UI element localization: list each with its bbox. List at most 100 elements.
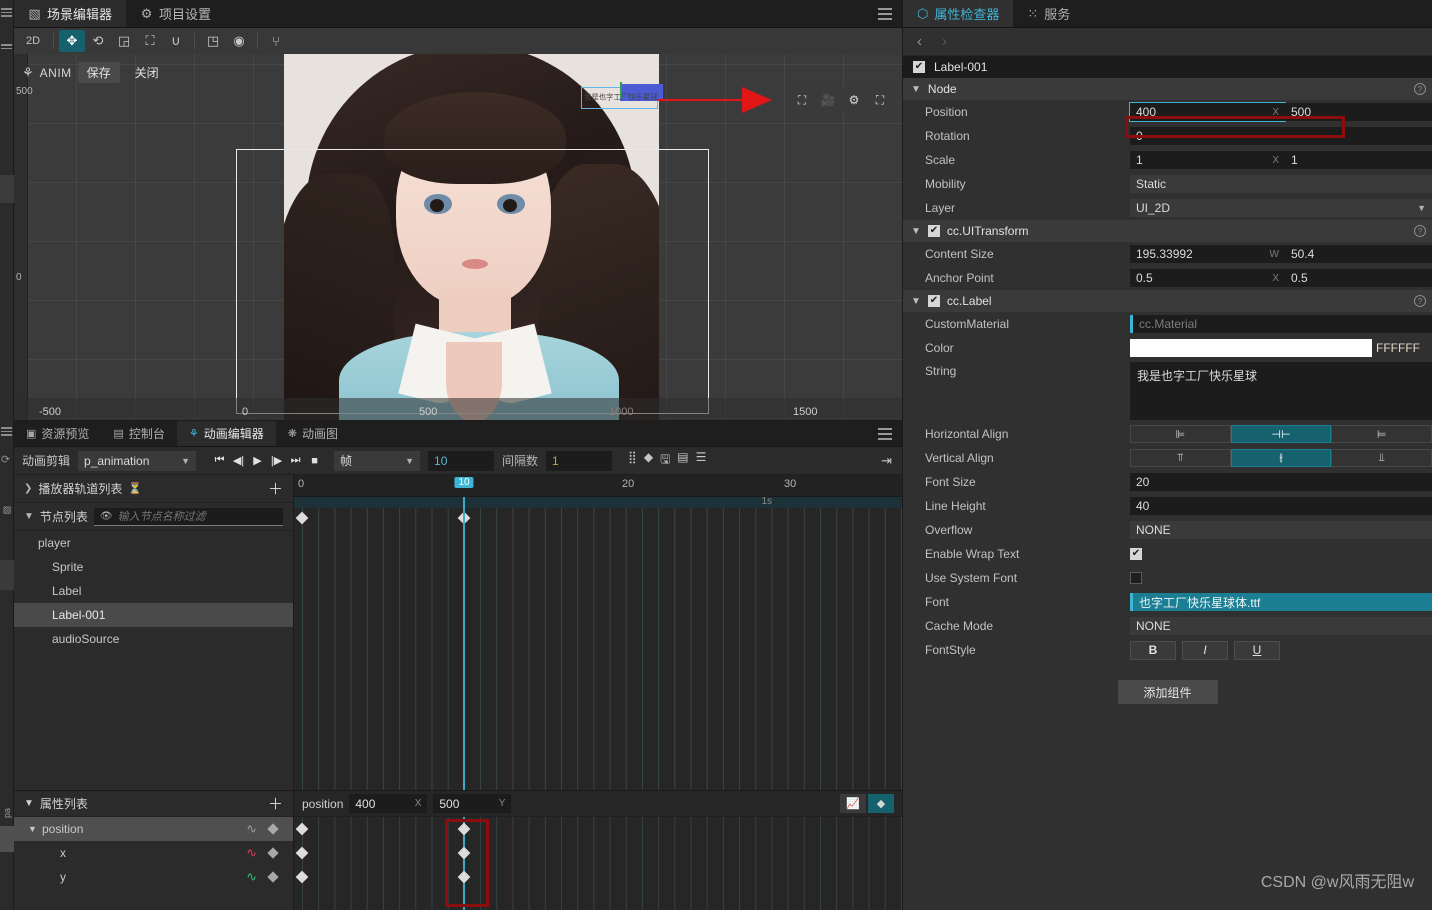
- help-icon[interactable]: ?: [1414, 83, 1426, 95]
- node-row-label[interactable]: Label: [14, 579, 293, 603]
- grid-snap-icon[interactable]: ⣿: [628, 450, 637, 471]
- interval-input[interactable]: 1: [546, 450, 613, 471]
- node-row-label-001[interactable]: Label-001: [14, 603, 293, 627]
- node-row-player[interactable]: player: [14, 531, 293, 555]
- anim-close-button[interactable]: 关闭: [126, 62, 168, 83]
- magnet-tool-icon[interactable]: ∪: [163, 30, 189, 52]
- label-enabled-checkbox[interactable]: ✔: [927, 295, 940, 307]
- align-top-icon[interactable]: ⫪: [1130, 449, 1231, 467]
- curve-icon[interactable]: ∿: [246, 869, 257, 885]
- tab-animation-editor[interactable]: ⚘ 动画编辑器: [176, 421, 276, 446]
- font-asset-field[interactable]: 也字工厂快乐星球体.ttf: [1130, 593, 1432, 611]
- property-row-x[interactable]: x ∿: [14, 841, 293, 865]
- chevron-down-icon[interactable]: ▼: [24, 798, 34, 809]
- color-swatch[interactable]: [1130, 339, 1372, 357]
- property-x-input[interactable]: 400 X: [349, 794, 428, 813]
- rail-refresh-icon[interactable]: ⟳: [1, 455, 13, 466]
- keyframe-diamond-icon[interactable]: [267, 823, 279, 835]
- design-resolution-icon[interactable]: ⛶: [791, 90, 813, 110]
- keyframe-mode-icon[interactable]: ◆: [868, 794, 894, 813]
- pivot-tool-icon[interactable]: ◳: [200, 30, 226, 52]
- node-row-sprite[interactable]: Sprite: [14, 555, 293, 579]
- node-filter-input[interactable]: 👁 输入节点名称过滤: [93, 507, 283, 526]
- tab-anim-graph[interactable]: ❋ 动画图: [276, 421, 350, 446]
- underline-button[interactable]: U: [1234, 640, 1280, 660]
- keyframe-diamond-icon[interactable]: [267, 871, 279, 883]
- anim-save-button[interactable]: 保存: [77, 62, 120, 83]
- property-list-right[interactable]: position 400 X 500 Y 📈 ◆: [294, 791, 902, 910]
- align-bottom-icon[interactable]: ⫫: [1331, 449, 1432, 467]
- rail-menu-icon-3[interactable]: [1, 425, 13, 438]
- line-height-input[interactable]: 40: [1130, 497, 1432, 515]
- align-center-icon[interactable]: ⊣⊢: [1230, 425, 1332, 443]
- uitransform-enabled-checkbox[interactable]: ✔: [927, 225, 940, 237]
- rail-menu-icon-2[interactable]: [1, 42, 13, 51]
- scene-viewport[interactable]: 我是也字工厂快乐星球 ⚘ ANIM 保存 关闭 ⛶ 🎥 ⚙ ⛶ 500 0 -5…: [14, 54, 902, 420]
- dock-menu-icon[interactable]: [878, 425, 892, 443]
- add-track-button[interactable]: ＋: [268, 478, 283, 499]
- nav-back-icon[interactable]: ‹: [917, 33, 922, 50]
- keyboard-icon[interactable]: ▤: [677, 450, 688, 471]
- content-size-w-input[interactable]: 195.33992 W: [1130, 245, 1285, 263]
- tab-scene-editor[interactable]: ▧ 场景编辑器: [14, 0, 127, 27]
- gizmo-tool-icon[interactable]: ⑂: [263, 30, 289, 52]
- time-unit-select[interactable]: 帧 ▼: [334, 450, 421, 471]
- chevron-down-icon[interactable]: ▼: [24, 511, 34, 522]
- color-hex-value[interactable]: FFFFFF: [1372, 339, 1432, 357]
- add-property-button[interactable]: ＋: [268, 793, 283, 814]
- exit-icon[interactable]: ⇥: [881, 453, 892, 469]
- section-header-label[interactable]: ▼ ✔ cc.Label ?: [903, 290, 1432, 312]
- move-tool-icon[interactable]: ✥: [59, 30, 85, 52]
- list-icon[interactable]: ☰: [696, 450, 707, 471]
- content-size-h-input[interactable]: 50.4: [1285, 245, 1432, 263]
- chevron-down-icon[interactable]: ▼: [911, 296, 921, 307]
- curve-graph-icon[interactable]: 📈: [840, 794, 866, 813]
- keyframe-diamond-icon[interactable]: [267, 847, 279, 859]
- timeline[interactable]: 0 20 30 10 1s: [294, 475, 902, 790]
- timeline-playhead[interactable]: [463, 497, 465, 790]
- player-track-header[interactable]: ❯ 播放器轨道列表 ⏳ ＋: [14, 475, 293, 503]
- tab-asset-preview[interactable]: ▣ 资源预览: [14, 421, 101, 446]
- timeline-ruler[interactable]: 0 20 30 10: [294, 475, 902, 497]
- screenshot-icon[interactable]: ⛶: [869, 90, 891, 110]
- property-row-y[interactable]: y ∿: [14, 865, 293, 889]
- play-button[interactable]: ▶: [250, 452, 265, 470]
- string-textarea[interactable]: 我是也字工厂快乐星球: [1130, 362, 1432, 420]
- tab-inspector[interactable]: ⬡ 属性检查器: [903, 0, 1014, 27]
- help-icon[interactable]: ?: [1414, 225, 1426, 237]
- scene-label-selection[interactable]: 我是也字工厂快乐星球: [581, 82, 663, 109]
- help-icon[interactable]: ?: [1414, 295, 1426, 307]
- curve-icon[interactable]: ∿: [246, 845, 257, 861]
- rotate-tool-icon[interactable]: ⟲: [85, 30, 111, 52]
- nav-forward-icon[interactable]: ›: [942, 33, 947, 50]
- scale-x-input[interactable]: 1 X: [1130, 151, 1285, 169]
- italic-button[interactable]: I: [1182, 640, 1228, 660]
- property-y-input[interactable]: 500 Y: [433, 794, 512, 813]
- overflow-select[interactable]: NONE: [1130, 521, 1432, 539]
- view-mode-2d-button[interactable]: 2D: [18, 30, 48, 52]
- jump-to-end-button[interactable]: ⏭: [288, 452, 303, 470]
- bold-button[interactable]: B: [1130, 640, 1176, 660]
- anchor-x-input[interactable]: 0.5 X: [1130, 269, 1285, 287]
- anchor-y-input[interactable]: 0.5: [1285, 269, 1432, 287]
- mobility-select[interactable]: Static: [1130, 175, 1432, 193]
- playhead-frame-chip[interactable]: 10: [454, 477, 474, 488]
- rail-panel-tab-icon[interactable]: ▨: [2, 489, 13, 515]
- rect-tool-icon[interactable]: ⛶: [137, 30, 163, 52]
- stop-button[interactable]: ■: [307, 452, 322, 470]
- tab-console[interactable]: ▤ 控制台: [101, 421, 176, 446]
- cache-mode-select[interactable]: NONE: [1130, 617, 1432, 635]
- section-header-uitransform[interactable]: ▼ ✔ cc.UITransform ?: [903, 220, 1432, 242]
- gear-icon[interactable]: ⚙: [843, 90, 865, 110]
- chevron-down-icon[interactable]: ▼: [911, 226, 921, 237]
- rail-vertical-label[interactable]: pa: [2, 792, 12, 818]
- clip-select[interactable]: p_animation ▼: [78, 450, 197, 471]
- camera-icon[interactable]: 🎥: [817, 90, 839, 110]
- font-size-input[interactable]: 20: [1130, 473, 1432, 491]
- chevron-down-icon[interactable]: ▼: [28, 824, 37, 834]
- coord-tool-icon[interactable]: ◉: [226, 30, 252, 52]
- keyframe-icon[interactable]: ◆: [644, 450, 653, 471]
- save-clip-icon[interactable]: 🖫: [660, 450, 670, 471]
- panel-menu-icon[interactable]: [878, 5, 892, 23]
- rail-menu-icon-1[interactable]: [1, 6, 13, 19]
